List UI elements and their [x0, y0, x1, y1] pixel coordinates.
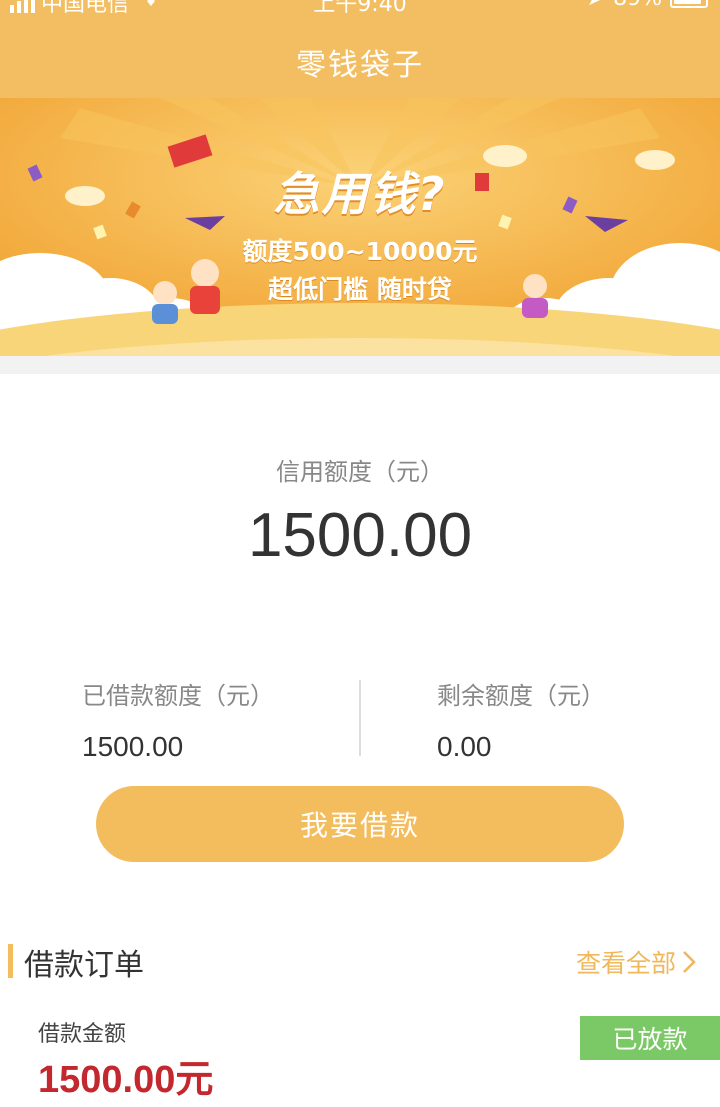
- status-right: ➤ 89%: [587, 0, 708, 11]
- vertical-divider: [359, 680, 361, 756]
- status-badge: 已放款: [580, 1016, 720, 1060]
- top-bar: 中国电信 上午9:40 ➤ 89% 零钱袋子: [0, 0, 720, 98]
- banner-slogan: 超低门槛 随时贷: [268, 275, 452, 304]
- order-amount-label: 借款金额: [38, 1022, 127, 1047]
- credit-limit-label: 信用额度（元）: [276, 458, 444, 486]
- remaining-value: 0.00: [437, 731, 492, 762]
- banner-headline: 急用钱?: [273, 167, 447, 221]
- banner-credit-range: 额度500~10000元: [242, 237, 478, 266]
- chevron-right-icon: [683, 951, 696, 973]
- battery-icon: [670, 0, 708, 8]
- remaining-block: 剩余额度（元） 0.00: [437, 676, 605, 763]
- orders-section-title: 借款订单: [24, 948, 144, 983]
- borrowed-label: 已借款额度（元）: [82, 682, 274, 710]
- remaining-label: 剩余额度（元）: [437, 682, 605, 710]
- borrow-button[interactable]: 我要借款: [96, 786, 624, 862]
- status-bar: 中国电信 上午9:40 ➤ 89%: [0, 0, 720, 17]
- borrowed-value: 1500.00: [82, 731, 184, 762]
- battery-percent: 89%: [613, 0, 662, 11]
- view-all-link[interactable]: 查看全部: [576, 944, 698, 980]
- order-amount: 1500.00元: [38, 1059, 214, 1101]
- borrowed-block: 已借款额度（元） 1500.00: [82, 676, 274, 763]
- page-title: 零钱袋子: [296, 48, 424, 83]
- view-all-label: 查看全部: [575, 949, 676, 978]
- section-marker: [8, 944, 13, 978]
- section-gap: [0, 356, 720, 374]
- credit-limit-value: 1500.00: [247, 501, 473, 570]
- banner-art: [0, 98, 720, 356]
- promo-banner[interactable]: 急用钱? 额度500~10000元 超低门槛 随时贷: [0, 98, 720, 356]
- location-icon: ➤: [587, 0, 605, 11]
